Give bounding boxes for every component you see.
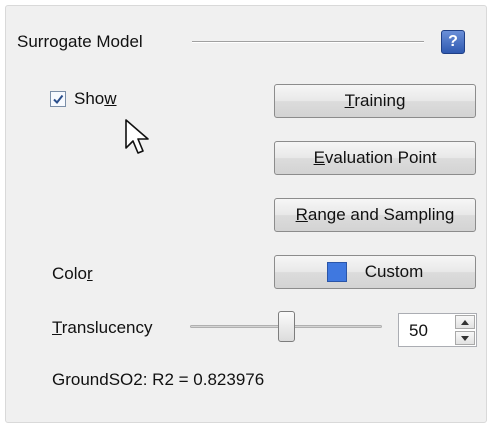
spin-up-button[interactable] bbox=[455, 315, 475, 329]
show-checkbox[interactable] bbox=[50, 91, 66, 107]
arrow-down-icon bbox=[461, 335, 469, 341]
color-label: Color bbox=[52, 264, 93, 283]
mouse-pointer-icon bbox=[125, 119, 149, 154]
color-button[interactable]: Custom bbox=[274, 255, 476, 289]
status-text: GroundSO2: R2 = 0.823976 bbox=[52, 370, 265, 389]
spin-down-button[interactable] bbox=[455, 331, 475, 345]
help-icon[interactable]: ? bbox=[441, 30, 465, 54]
range-and-sampling-button-label: Range and Sampling bbox=[295, 205, 455, 224]
evaluation-point-button-label: Evaluation Point bbox=[313, 148, 437, 167]
color-swatch bbox=[326, 262, 347, 282]
color-button-label: Custom bbox=[364, 262, 424, 281]
range-and-sampling-button[interactable]: Range and Sampling bbox=[274, 198, 476, 232]
translucency-slider-thumb[interactable] bbox=[278, 311, 295, 342]
training-button-label: Training bbox=[344, 91, 406, 110]
evaluation-point-button[interactable]: Evaluation Point bbox=[274, 141, 476, 175]
training-button[interactable]: Training bbox=[274, 84, 476, 118]
group-title: Surrogate Model bbox=[17, 32, 143, 51]
spin-buttons bbox=[455, 315, 475, 345]
show-checkbox-row[interactable]: Show bbox=[50, 89, 117, 109]
arrow-up-icon bbox=[461, 319, 469, 325]
translucency-value[interactable]: 50 bbox=[409, 321, 428, 341]
checkmark-icon bbox=[53, 94, 64, 105]
group-divider bbox=[192, 41, 424, 43]
translucency-spinbox[interactable]: 50 bbox=[398, 313, 477, 347]
translucency-label: Translucency bbox=[52, 318, 153, 337]
show-label: Show bbox=[74, 89, 117, 108]
